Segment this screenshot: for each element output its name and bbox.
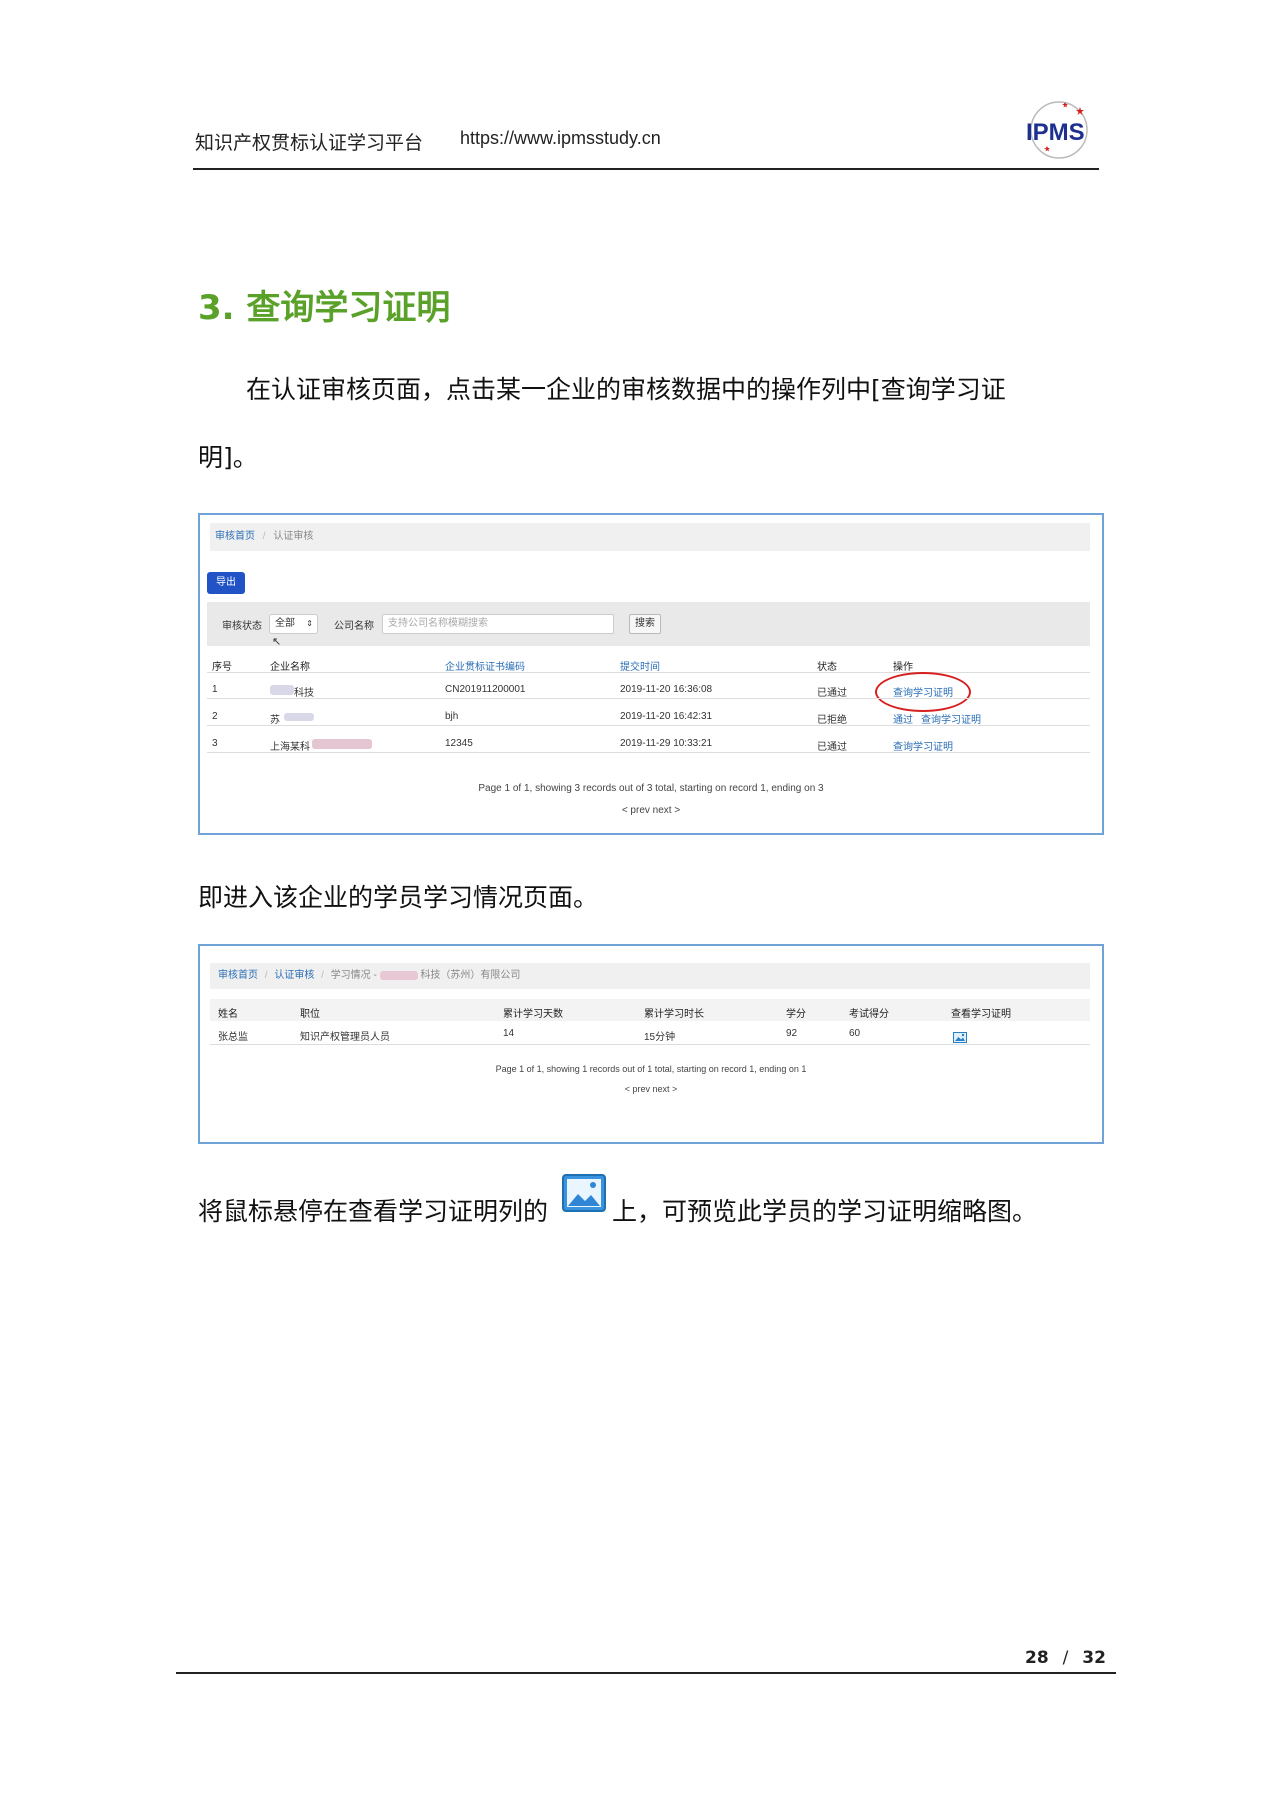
export-button[interactable]: 导出 (207, 572, 245, 594)
row-divider (207, 672, 1090, 673)
breadcrumb: 审核首页 / 认证审核 / 学习情况 - 科技（苏州）有限公司 (210, 963, 1090, 989)
cell-cert-code: bjh (445, 711, 459, 722)
cell-status: 已通过 (817, 742, 847, 753)
query-certificate-link[interactable]: 查询学习证明 (893, 738, 953, 753)
ipms-logo: IPMS (1004, 98, 1104, 162)
cell-cert-code: 12345 (445, 738, 473, 749)
footer-rule (176, 1672, 1116, 1674)
query-certificate-link[interactable]: 查询学习证明 (921, 711, 981, 726)
cell-credits: 92 (786, 1028, 798, 1039)
mouse-cursor-icon: ↖ (272, 636, 282, 648)
column-header: 姓名 (218, 1009, 238, 1020)
pagination-info: Page 1 of 1, showing 1 records out of 1 … (495, 1064, 807, 1074)
breadcrumb-current: 认证审核 (273, 531, 314, 542)
platform-title: 知识产权贯标认证学习平台 (195, 132, 424, 154)
pagination-nav[interactable]: < prev next > (200, 1084, 1102, 1094)
redacted-text (312, 739, 372, 749)
cell-days: 14 (503, 1028, 515, 1039)
breadcrumb-separator: / (262, 531, 266, 542)
column-header: 操作 (893, 662, 913, 673)
redacted-text (379, 970, 418, 980)
header-rule (193, 168, 1099, 170)
company-label: 公司名称 (334, 621, 374, 632)
breadcrumb-separator: / (321, 970, 324, 981)
section-title: 3. 查询学习证明 (198, 288, 451, 328)
cell-duration: 15分钟 (644, 1032, 676, 1043)
cell-index: 2 (212, 711, 218, 722)
cell-position: 知识产权管理员人员 (300, 1032, 390, 1043)
column-header: 企业名称 (270, 662, 310, 673)
breadcrumb: 审核首页 / 认证审核 (210, 523, 1090, 551)
page-total: 32 (1082, 1648, 1106, 1668)
paragraph-line: 上，可预览此学员的学习证明缩略图。 (612, 1197, 1038, 1226)
row-divider (210, 1044, 1090, 1045)
column-header: 序号 (212, 662, 232, 673)
paragraph-line: 即进入该企业的学员学习情况页面。 (198, 883, 599, 912)
approve-link[interactable]: 通过 (893, 711, 913, 726)
status-select[interactable]: 全部 ⇕ (269, 614, 318, 634)
page-current: 28 (1025, 1648, 1049, 1668)
column-header: 学分 (786, 1009, 806, 1020)
breadcrumb-audit[interactable]: 认证审核 (274, 970, 314, 981)
status-label: 审核状态 (222, 621, 262, 632)
paragraph-line: 在认证审核页面，点击某一企业的审核数据中的操作列中[查询学习证 (246, 375, 1006, 404)
breadcrumb-current: 学习情况 - (330, 970, 377, 981)
column-header: 累计学习时长 (644, 1009, 704, 1020)
cell-submit-time: 2019-11-20 16:36:08 (620, 684, 713, 695)
breadcrumb-company: 科技（苏州）有限公司 (420, 970, 521, 981)
cell-company: 上海某科 (270, 742, 310, 753)
column-header: 考试得分 (849, 1009, 889, 1020)
cell-company: 科技 (294, 688, 314, 699)
cell-company: 苏 (270, 715, 280, 726)
column-header-sortable[interactable]: 提交时间 (620, 658, 660, 673)
cell-status: 已拒绝 (817, 715, 847, 726)
image-preview-icon (562, 1172, 608, 1214)
pagination-nav[interactable]: < prev next > (200, 805, 1102, 816)
breadcrumb-separator: / (264, 970, 268, 981)
search-button[interactable]: 搜索 (629, 614, 661, 634)
cell-score: 60 (849, 1028, 861, 1039)
redacted-text (270, 685, 294, 695)
cell-submit-time: 2019-11-29 10:33:21 (620, 738, 713, 749)
cell-cert-code: CN201911200001 (445, 684, 526, 695)
paragraph-line: 将鼠标悬停在查看学习证明列的 (198, 1197, 549, 1226)
cell-submit-time: 2019-11-20 16:42:31 (620, 711, 713, 722)
status-select-value: 全部 (275, 618, 295, 629)
pagination-info: Page 1 of 1, showing 3 records out of 3 … (478, 783, 824, 794)
cell-status: 已通过 (817, 688, 847, 699)
student-study-screenshot: 审核首页 / 认证审核 / 学习情况 - 科技（苏州）有限公司 姓名 职位 累计… (198, 944, 1104, 1144)
row-divider (207, 752, 1090, 753)
breadcrumb-home[interactable]: 审核首页 (215, 531, 255, 542)
cell-index: 3 (212, 738, 218, 749)
audit-list-screenshot: 审核首页 / 认证审核 导出 审核状态 全部 ⇕ ↖ 公司名称 支持公司名称模糊… (198, 513, 1104, 835)
column-header: 职位 (300, 1009, 320, 1020)
row-divider (207, 725, 1090, 726)
redacted-text (284, 713, 314, 721)
cell-index: 1 (212, 684, 218, 695)
highlight-oval (875, 672, 971, 712)
paragraph-line: 明]。 (198, 443, 258, 472)
page-number: 28 / 32 (1025, 1648, 1106, 1668)
column-header: 状态 (817, 662, 837, 673)
select-arrows-icon: ⇕ (306, 619, 313, 628)
cell-name: 张总监 (218, 1032, 248, 1043)
company-search-input[interactable]: 支持公司名称模糊搜索 (382, 614, 614, 634)
column-header: 查看学习证明 (951, 1009, 1011, 1020)
platform-url: https://www.ipmsstudy.cn (460, 128, 661, 148)
column-header: 累计学习天数 (503, 1009, 563, 1020)
svg-text:IPMS: IPMS (1026, 119, 1085, 146)
breadcrumb-home[interactable]: 审核首页 (218, 970, 258, 981)
column-header-sortable[interactable]: 企业贯标证书编码 (445, 658, 525, 673)
filter-bar: 审核状态 全部 ⇕ ↖ 公司名称 支持公司名称模糊搜索 搜索 (207, 602, 1090, 648)
page-separator: / (1062, 1648, 1069, 1668)
row-divider (207, 698, 1090, 699)
